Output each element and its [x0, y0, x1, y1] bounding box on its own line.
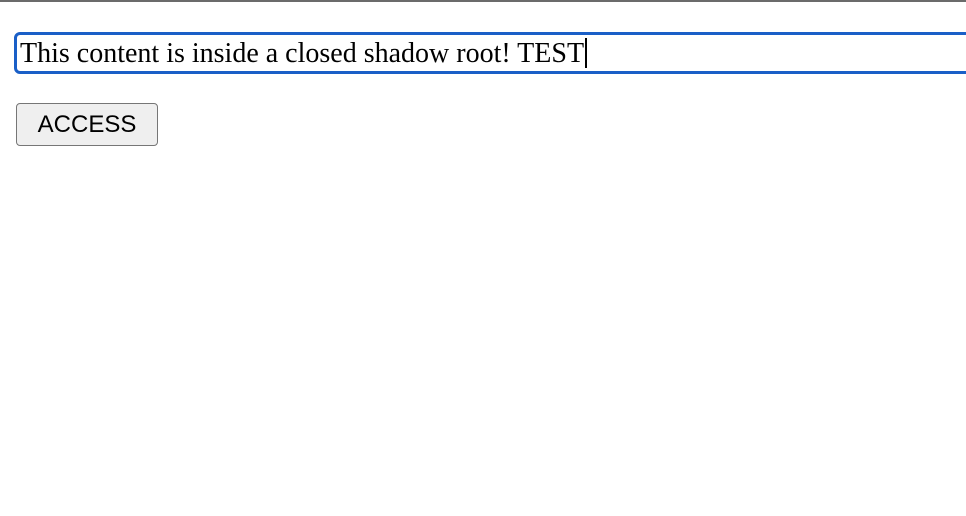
editable-content-field[interactable]: This content is inside a closed shadow r… — [14, 32, 966, 74]
content-field-text: This content is inside a closed shadow r… — [20, 37, 588, 71]
text-caret — [585, 38, 588, 68]
content-field-value: This content is inside a closed shadow r… — [20, 38, 585, 69]
top-divider — [0, 0, 966, 2]
access-button[interactable]: ACCESS — [16, 103, 158, 146]
